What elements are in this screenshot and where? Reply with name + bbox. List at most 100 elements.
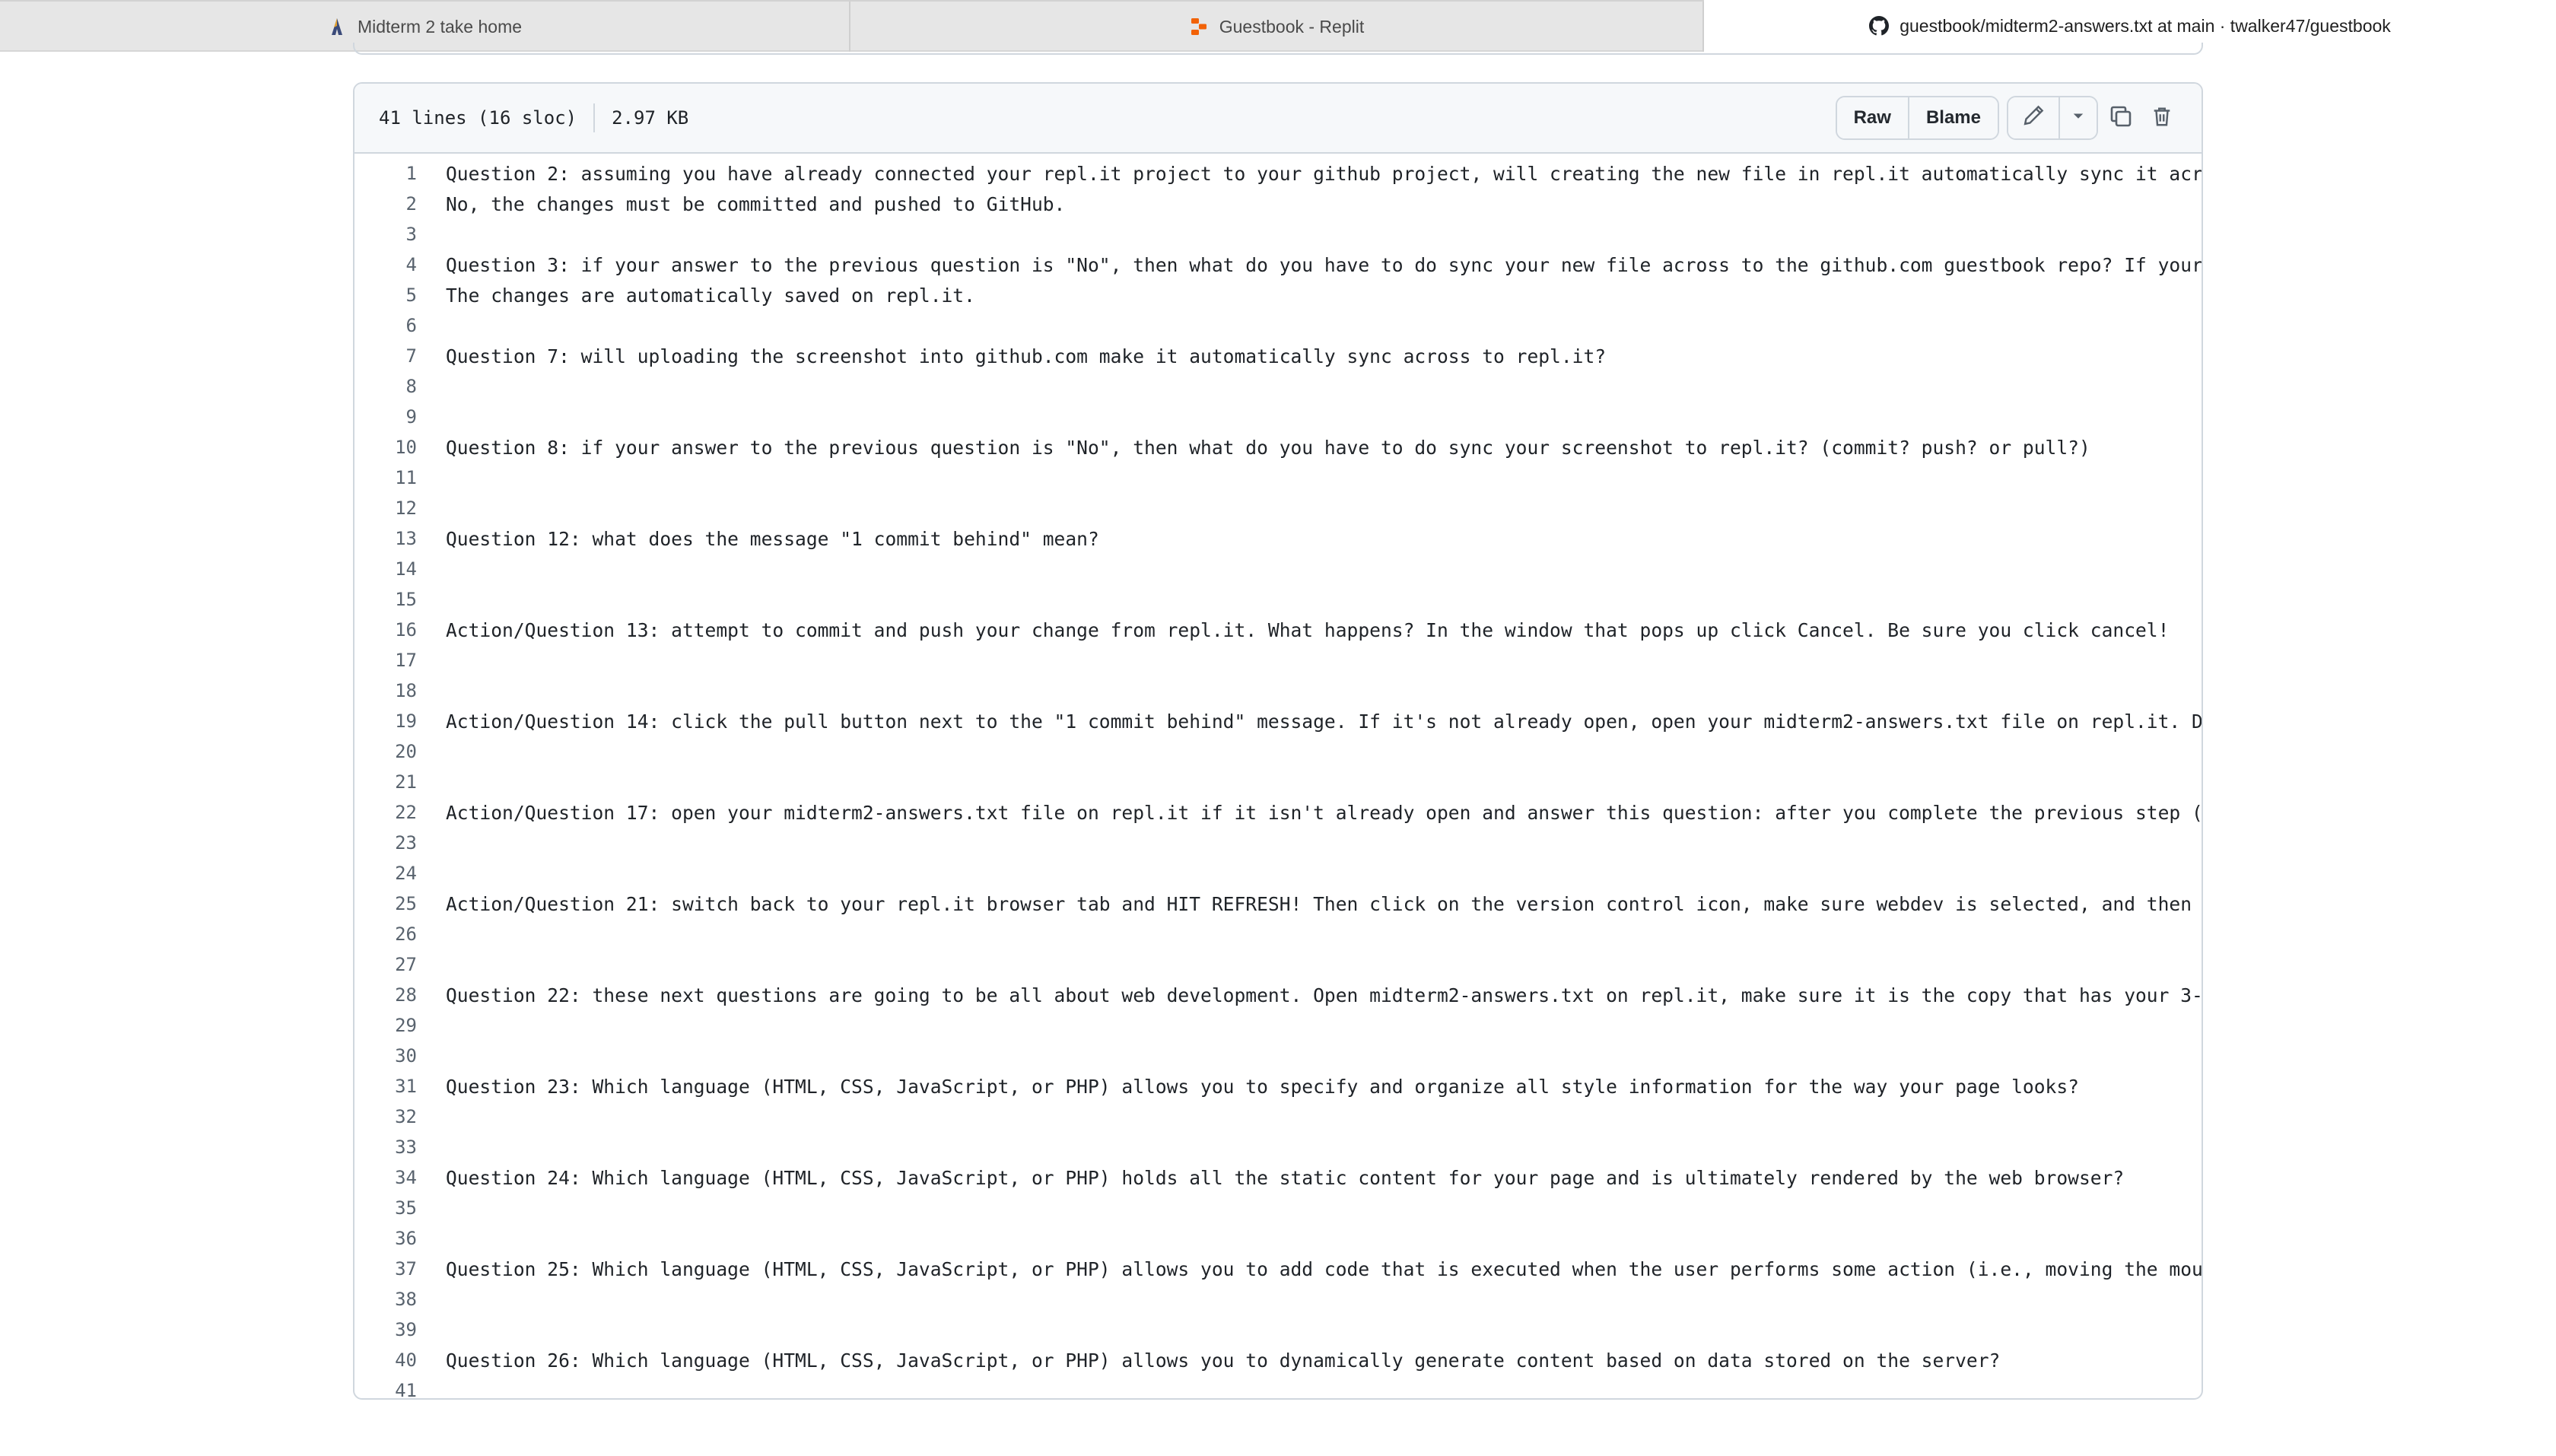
raw-button[interactable]: Raw (1836, 97, 1908, 138)
code-line: 14 (354, 554, 2202, 584)
caret-down-icon (2071, 107, 2086, 129)
copy-icon (2109, 104, 2133, 132)
line-number[interactable]: 37 (354, 1258, 417, 1280)
code-view: 1 Question 2: assuming you have already c… (354, 158, 2202, 1399)
line-number[interactable]: 25 (354, 893, 417, 914)
edit-dropdown-button[interactable] (2058, 97, 2097, 138)
line-text: Question 3: if your answer to the previo… (446, 253, 2202, 276)
line-number[interactable]: 20 (354, 741, 417, 762)
code-line: 10 Question 8: if your answer to the prev… (354, 432, 2202, 463)
delete-button[interactable] (2144, 96, 2180, 140)
line-number[interactable]: 34 (354, 1167, 417, 1188)
line-number[interactable]: 8 (354, 376, 417, 397)
line-number[interactable]: 12 (354, 498, 417, 519)
line-text: Question 23: Which language (HTML, CSS, … (446, 1075, 2079, 1098)
code-line: 26 (354, 919, 2202, 949)
line-number[interactable]: 29 (354, 1015, 417, 1036)
line-number[interactable]: 3 (354, 224, 417, 245)
line-text: Question 24: Which language (HTML, CSS, … (446, 1166, 2125, 1189)
line-number[interactable]: 30 (354, 1045, 417, 1067)
file-meta: 41 lines (16 sloc) 2.97 KB (379, 84, 688, 152)
code-line: 16 Action/Question 13: attempt to commit … (354, 615, 2202, 645)
code-line: 19 Action/Question 14: click the pull but… (354, 706, 2202, 736)
code-line: 30 (354, 1041, 2202, 1071)
line-number[interactable]: 23 (354, 832, 417, 854)
line-number[interactable]: 1 (354, 163, 417, 184)
code-line: 2 No, the changes must be committed and p… (354, 189, 2202, 219)
line-number[interactable]: 21 (354, 771, 417, 793)
line-text: Question 8: if your answer to the previo… (446, 436, 2090, 459)
code-line: 24 (354, 858, 2202, 889)
line-text: Action/Question 21: switch back to your … (446, 892, 2192, 915)
line-number[interactable]: 18 (354, 680, 417, 701)
code-line: 27 (354, 949, 2202, 980)
code-line: 25 Action/Question 21: switch back to you… (354, 889, 2202, 919)
line-number[interactable]: 17 (354, 650, 417, 671)
code-line: 22 Action/Question 17: open your midterm2… (354, 797, 2202, 828)
line-number[interactable]: 9 (354, 406, 417, 428)
line-number[interactable]: 26 (354, 924, 417, 945)
line-number[interactable]: 41 (354, 1380, 417, 1398)
line-number[interactable]: 14 (354, 558, 417, 580)
meta-divider (593, 103, 596, 132)
line-text: Question 7: will uploading the screensho… (446, 345, 1607, 367)
line-number[interactable]: 10 (354, 437, 417, 458)
code-line: 21 (354, 767, 2202, 797)
line-number[interactable]: 33 (354, 1137, 417, 1158)
line-text: No, the changes must be committed and pu… (446, 192, 1066, 215)
line-number[interactable]: 24 (354, 863, 417, 884)
repl-logo-icon (327, 17, 347, 37)
line-text: Question 22: these next questions are go… (446, 984, 2202, 1006)
code-line: 31 Question 23: Which language (HTML, CSS… (354, 1071, 2202, 1102)
copy-button[interactable] (2098, 96, 2144, 140)
line-text: Question 12: what does the message "1 co… (446, 527, 1099, 550)
line-number[interactable]: 27 (354, 954, 417, 975)
line-number[interactable]: 15 (354, 589, 417, 610)
line-number[interactable]: 2 (354, 193, 417, 215)
line-number[interactable]: 31 (354, 1076, 417, 1097)
line-text: The changes are automatically saved on r… (446, 284, 975, 307)
line-number[interactable]: 32 (354, 1106, 417, 1127)
file-size: 2.97 KB (612, 107, 689, 129)
code-line: 3 (354, 219, 2202, 250)
file-header: 41 lines (16 sloc) 2.97 KB Raw Blame (354, 84, 2202, 154)
line-text: Action/Question 13: attempt to commit an… (446, 618, 2170, 641)
tab-label: guestbook/midterm2-answers.txt at main ·… (1900, 15, 2391, 36)
code-line: 15 (354, 584, 2202, 615)
code-line: 8 (354, 371, 2202, 402)
code-line: 7 Question 7: will uploading the screensh… (354, 341, 2202, 371)
line-number[interactable]: 38 (354, 1289, 417, 1310)
replit-icon (1189, 17, 1209, 37)
line-number[interactable]: 6 (354, 315, 417, 336)
raw-blame-group: Raw Blame (1835, 96, 1999, 140)
code-line: 5 The changes are automatically saved on … (354, 280, 2202, 310)
line-text: Question 2: assuming you have already co… (446, 162, 2202, 185)
file-viewer: 41 lines (16 sloc) 2.97 KB Raw Blame 1 Q… (353, 82, 2203, 1400)
code-line: 4 Question 3: if your answer to the previ… (354, 250, 2202, 280)
line-number[interactable]: 36 (354, 1228, 417, 1249)
edit-group (2007, 96, 2098, 140)
line-text: Action/Question 14: click the pull butto… (446, 710, 2202, 733)
tab-label: Midterm 2 take home (357, 16, 523, 37)
code-line: 41 (354, 1375, 2202, 1398)
line-number[interactable]: 5 (354, 285, 417, 306)
line-number[interactable]: 28 (354, 984, 417, 1006)
line-number[interactable]: 40 (354, 1350, 417, 1371)
line-number[interactable]: 35 (354, 1197, 417, 1219)
line-text: Action/Question 17: open your midterm2-a… (446, 801, 2202, 824)
line-number[interactable]: 13 (354, 528, 417, 549)
line-number[interactable]: 11 (354, 467, 417, 488)
line-number[interactable]: 16 (354, 619, 417, 641)
line-number[interactable]: 4 (354, 254, 417, 275)
code-line: 18 (354, 676, 2202, 706)
code-line: 6 (354, 310, 2202, 341)
previous-panel-edge (353, 43, 2203, 55)
line-number[interactable]: 22 (354, 802, 417, 823)
line-number[interactable]: 7 (354, 345, 417, 367)
line-text: Question 26: Which language (HTML, CSS, … (446, 1349, 2001, 1372)
edit-button[interactable] (2008, 97, 2058, 138)
line-number[interactable]: 19 (354, 711, 417, 732)
line-number[interactable]: 39 (354, 1319, 417, 1340)
code-line: 17 (354, 645, 2202, 676)
blame-button[interactable]: Blame (1907, 97, 1998, 138)
